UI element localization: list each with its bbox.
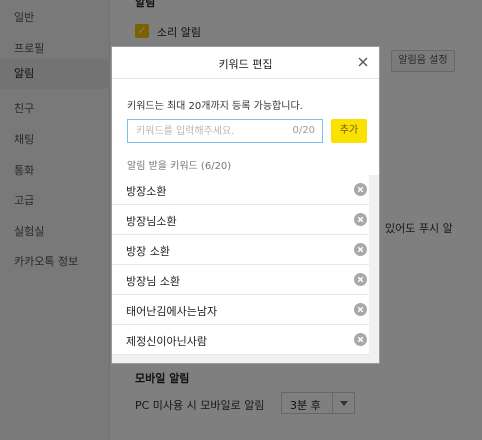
keyword-list-scrollbar[interactable] xyxy=(369,175,379,363)
keyword-text: 방장님소환 xyxy=(126,215,177,228)
keyword-edit-dialog: 키워드 편집 키워드는 최대 20개까지 등록 가능합니다. 0/20 추가 알… xyxy=(111,46,380,364)
delete-icon[interactable] xyxy=(354,273,367,286)
delete-icon[interactable] xyxy=(354,303,367,316)
list-item: 방장 소환 xyxy=(112,235,379,265)
keyword-limit-description: 키워드는 최대 20개까지 등록 가능합니다. xyxy=(127,101,303,112)
dialog-header: 키워드 편집 xyxy=(112,47,379,79)
keyword-text: 방장소환 xyxy=(126,185,167,198)
keyword-char-count: 0/20 xyxy=(292,125,315,136)
keyword-input-box[interactable]: 0/20 xyxy=(127,119,323,143)
keyword-list-header: 알림 받을 키워드 (6/20) xyxy=(127,161,232,172)
list-item: 제정신이아닌사람 xyxy=(112,325,379,355)
keyword-input[interactable] xyxy=(128,120,288,142)
keyword-text: 방장 소환 xyxy=(126,245,170,258)
list-item: 태어난김에사는남자 xyxy=(112,295,379,325)
close-icon[interactable] xyxy=(356,55,370,69)
delete-icon[interactable] xyxy=(354,183,367,196)
keyword-text: 제정신이아닌사람 xyxy=(126,335,207,348)
add-keyword-button[interactable]: 추가 xyxy=(331,119,367,143)
list-item: 방장님소환 xyxy=(112,205,379,235)
list-item: 방장소환 xyxy=(112,175,379,205)
list-item: 방장님 소환 xyxy=(112,265,379,295)
delete-icon[interactable] xyxy=(354,213,367,226)
keyword-list[interactable]: 방장소환 방장님소환 방장 소환 방장님 소환 태어난김에사는남자 제정신이아닌… xyxy=(112,175,379,363)
dialog-title: 키워드 편집 xyxy=(218,58,273,71)
keyword-text: 방장님 소환 xyxy=(126,275,181,288)
keyword-text: 태어난김에사는남자 xyxy=(126,305,218,318)
delete-icon[interactable] xyxy=(354,333,367,346)
delete-icon[interactable] xyxy=(354,243,367,256)
